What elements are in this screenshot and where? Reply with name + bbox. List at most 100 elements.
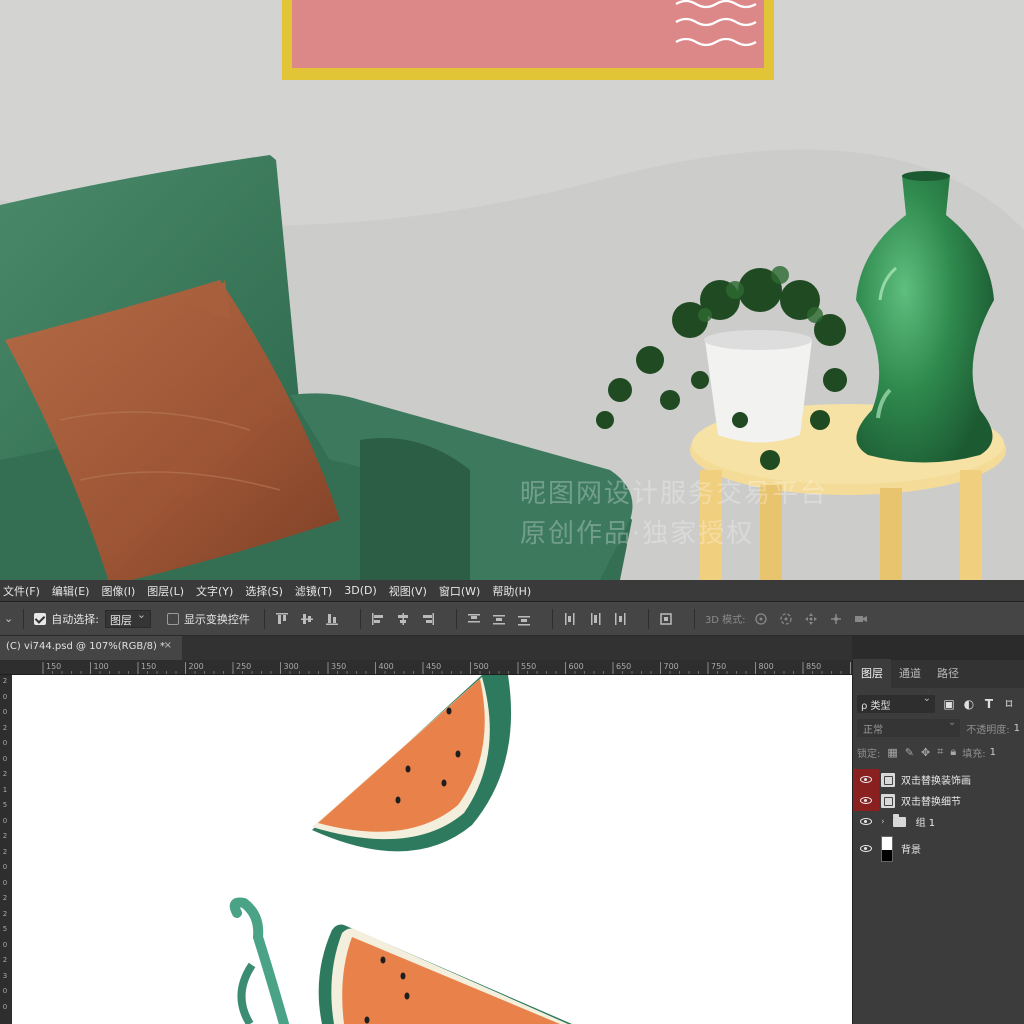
visibility-toggle[interactable] bbox=[853, 790, 879, 811]
3d-pan-icon[interactable] bbox=[804, 612, 818, 626]
distribute-bottom-icon[interactable] bbox=[517, 612, 531, 626]
panel-tab[interactable]: 路径 bbox=[929, 665, 967, 688]
menu-item[interactable]: 编辑(E) bbox=[49, 583, 99, 599]
ruler-tick-label: 200 bbox=[188, 662, 204, 671]
pixel-filter-icon[interactable]: ▣ bbox=[943, 698, 955, 710]
room-illustration bbox=[0, 0, 1024, 580]
blend-mode-dropdown[interactable]: 正常 bbox=[857, 717, 961, 737]
visibility-toggle[interactable] bbox=[853, 811, 879, 832]
lock-all-icon[interactable]: 🔒︎ bbox=[950, 745, 956, 759]
menu-item[interactable]: 文字(Y) bbox=[193, 583, 242, 599]
menu-item[interactable]: 图像(I) bbox=[98, 583, 144, 599]
distribute-vertical-center-icon[interactable] bbox=[492, 612, 506, 626]
ruler-tick-label: 250 bbox=[236, 662, 252, 671]
horizontal-ruler[interactable]: 150 100 150 200 250 300 350 400 450 500 550 600 650 7… bbox=[0, 660, 852, 675]
distribute-left-icon[interactable] bbox=[563, 612, 577, 626]
show-transform-checkbox[interactable] bbox=[166, 612, 179, 625]
menu-item[interactable]: 窗口(W) bbox=[436, 583, 489, 599]
layer-row-group-1[interactable]: › 组 1 bbox=[853, 811, 1024, 832]
eye-icon bbox=[860, 797, 872, 804]
layer-filter-dropdown[interactable]: ρ 类型 bbox=[857, 693, 935, 713]
align-right-icon[interactable] bbox=[421, 612, 435, 626]
shape-filter-icon[interactable]: ⌑ bbox=[1003, 698, 1015, 710]
ruler-tick-label: 800 bbox=[758, 662, 774, 671]
align-left-icon[interactable] bbox=[371, 612, 385, 626]
align-horizontal-center-icon[interactable] bbox=[396, 612, 410, 626]
ruler-tick-label: 2 bbox=[2, 770, 8, 778]
ruler-tick-label: 500 bbox=[473, 662, 489, 671]
eye-icon bbox=[860, 845, 872, 852]
ruler-tick-label: 0 bbox=[2, 708, 8, 716]
align-bottom-icon[interactable] bbox=[325, 612, 339, 626]
menu-item[interactable]: 选择(S) bbox=[242, 583, 292, 599]
ruler-tick-label: 1 bbox=[2, 785, 8, 794]
ruler-tick-label: 750 bbox=[711, 662, 727, 671]
lock-label: 锁定: bbox=[857, 748, 881, 760]
layer-filter-row: ρ 类型 ▣ ◐ T ⌑ bbox=[853, 692, 1024, 716]
ruler-tick-label: 2 bbox=[2, 847, 8, 856]
eye-icon bbox=[860, 776, 872, 783]
ruler-tick-label: 0 bbox=[2, 878, 8, 887]
divider bbox=[647, 608, 649, 629]
menu-item[interactable]: 滤镜(T) bbox=[292, 583, 341, 599]
ruler-tick-label: 0 bbox=[2, 863, 8, 871]
3d-slide-icon[interactable] bbox=[829, 612, 843, 626]
distribute-horizontal-center-icon[interactable] bbox=[588, 612, 602, 626]
auto-select-target-dropdown[interactable]: 图层 bbox=[104, 608, 151, 628]
3d-orbit-icon[interactable] bbox=[754, 612, 768, 626]
layer-row-decor-painting[interactable]: 双击替换装饰画 bbox=[853, 769, 1024, 790]
3d-roll-icon[interactable] bbox=[779, 612, 793, 626]
auto-align-icon[interactable] bbox=[659, 612, 673, 626]
auto-select-checkbox[interactable] bbox=[34, 612, 47, 625]
watermark-text: 昵图网设计服务交易平台 原创作品·独家授权 bbox=[520, 474, 828, 554]
adjustment-filter-icon[interactable]: ◐ bbox=[963, 698, 975, 710]
document-tab[interactable]: (C) vi744.psd @ 107%(RGB/8) * × bbox=[0, 636, 182, 660]
lock-artboard-icon[interactable]: ⌗ bbox=[937, 745, 943, 759]
menu-item[interactable]: 3D(D) bbox=[341, 584, 386, 597]
visibility-toggle[interactable] bbox=[853, 769, 879, 790]
ruler-tick-label: 0 bbox=[2, 940, 8, 949]
smart-object-icon bbox=[881, 793, 895, 808]
lock-image-icon[interactable]: ✎ bbox=[905, 746, 914, 759]
document-canvas[interactable] bbox=[12, 675, 852, 1024]
align-vertical-center-icon[interactable] bbox=[300, 612, 314, 626]
vertical-ruler[interactable]: 2 0 0 2 0 0 2 1 5 0 2 2 0 0 2 2 5 0 2 3 0 0 bbox=[0, 675, 12, 1024]
folder-icon bbox=[892, 813, 906, 827]
lock-transparent-icon[interactable]: ▦ bbox=[887, 746, 897, 759]
fill-value[interactable]: 1 bbox=[990, 747, 996, 758]
lock-row: 锁定: ▦ ✎ ✥ ⌗ 🔒︎ 填充: 1 bbox=[853, 740, 1024, 764]
expand-chevron-icon[interactable]: › bbox=[881, 817, 885, 827]
distribute-right-icon[interactable] bbox=[613, 612, 627, 626]
mockup-room-scene: 昵图网设计服务交易平台 原创作品·独家授权 bbox=[0, 0, 1024, 580]
ruler-tick-label: 150 bbox=[141, 662, 157, 671]
ruler-tick-label: 700 bbox=[663, 662, 679, 671]
menu-item[interactable]: 文件(F) bbox=[0, 583, 49, 599]
opacity-value[interactable]: 1 bbox=[1014, 723, 1020, 734]
menu-item[interactable]: 图层(L) bbox=[144, 583, 193, 599]
ruler-tick-label: 600 bbox=[568, 662, 584, 671]
watermelon-slice-2 bbox=[229, 897, 572, 1024]
menu-item[interactable]: 帮助(H) bbox=[489, 583, 540, 599]
tool-preset-chevron-icon[interactable]: ⌄ bbox=[4, 612, 13, 625]
distribute-top-icon[interactable] bbox=[467, 612, 481, 626]
align-top-icon[interactable] bbox=[275, 612, 289, 626]
panel-tabs: 图层 通道 路径 bbox=[853, 659, 1024, 688]
lock-position-icon[interactable]: ✥ bbox=[921, 746, 930, 759]
layer-row-background[interactable]: 背景 bbox=[853, 832, 1024, 865]
panel-tab[interactable]: 通道 bbox=[891, 665, 929, 688]
layer-row-details[interactable]: 双击替换细节 bbox=[853, 790, 1024, 811]
eye-icon bbox=[860, 818, 872, 825]
smart-object-icon bbox=[881, 772, 895, 787]
layer-name: 双击替换细节 bbox=[901, 797, 961, 808]
ruler-tick-label: 3 bbox=[2, 971, 8, 980]
divider bbox=[693, 608, 695, 629]
ruler-tick-label: 2 bbox=[2, 956, 8, 964]
visibility-toggle[interactable] bbox=[853, 832, 879, 865]
panel-tab[interactable]: 图层 bbox=[853, 659, 891, 688]
divider bbox=[455, 608, 457, 629]
type-filter-icon[interactable]: T bbox=[983, 698, 995, 710]
3d-scale-camera-icon[interactable] bbox=[854, 612, 868, 626]
document-tab-title: (C) vi744.psd @ 107%(RGB/8) * bbox=[6, 641, 166, 652]
menu-item[interactable]: 视图(V) bbox=[386, 583, 436, 599]
close-tab-icon[interactable]: × bbox=[164, 640, 172, 651]
